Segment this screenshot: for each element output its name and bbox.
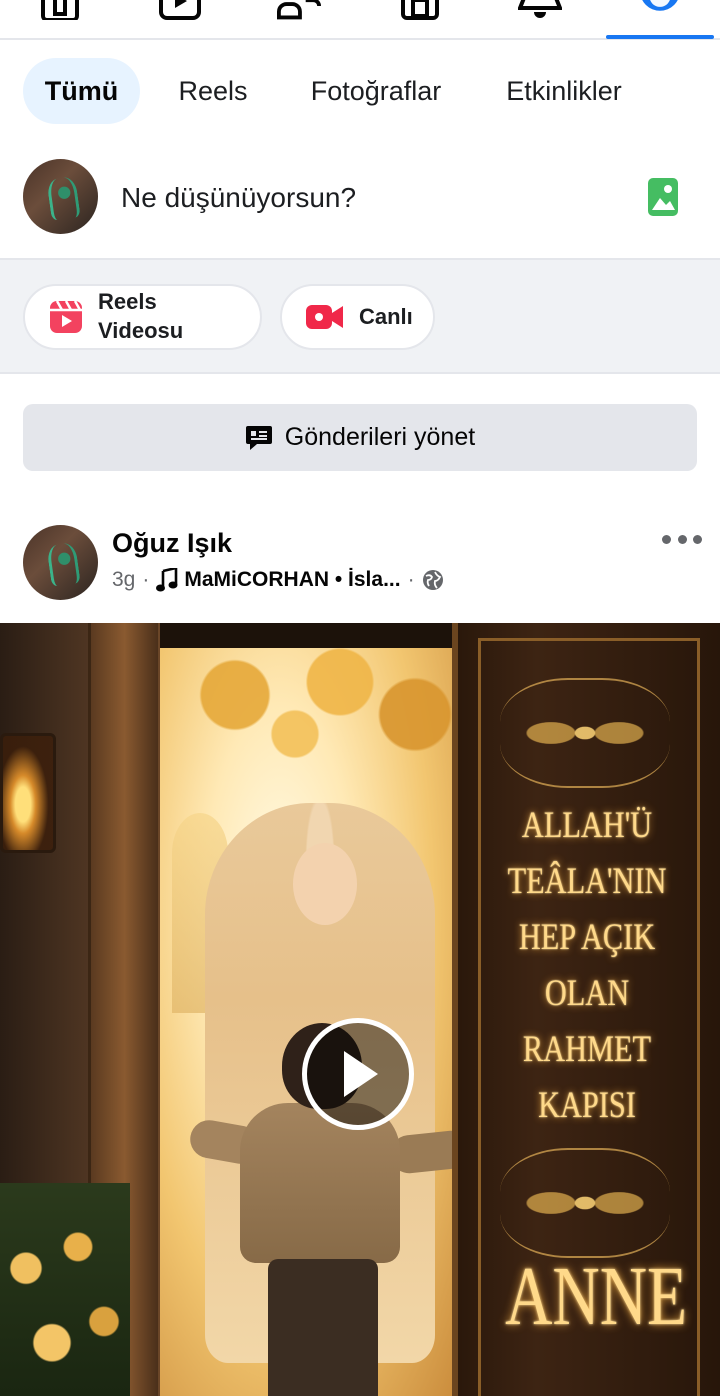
composer-input[interactable]: Ne düşünüyorsun?: [121, 182, 356, 214]
profile-icon[interactable]: [638, 0, 682, 20]
live-button[interactable]: Canlı: [280, 284, 435, 350]
tab-events[interactable]: Etkinlikler: [486, 58, 642, 124]
post-video[interactable]: ALLAH'Ü TEÂLA'NIN HEP AÇIK OLAN RAHMET K…: [0, 623, 720, 1396]
media-lamp: [0, 733, 56, 853]
media-door-text: ALLAH'Ü TEÂLA'NIN HEP AÇIK OLAN RAHMET K…: [507, 805, 667, 1126]
media-mother-face: [293, 843, 357, 925]
reels-video-button[interactable]: Reels Videosu: [23, 284, 262, 350]
post-time[interactable]: 3g: [112, 568, 135, 592]
create-actions-strip: Reels Videosu Canlı: [0, 258, 720, 374]
meta-separator: ·: [142, 568, 150, 591]
filter-tabs: Tümü Reels Fotoğraflar Etkinlikler: [0, 56, 720, 126]
avatar[interactable]: [23, 159, 98, 234]
friends-icon[interactable]: [277, 0, 321, 20]
live-label: Canlı: [359, 303, 413, 329]
reels-video-label: Reels Videosu: [98, 289, 184, 343]
meta-separator-2: ·: [407, 568, 415, 591]
post-author-name[interactable]: Oğuz Işık: [112, 528, 232, 559]
play-button[interactable]: [302, 1018, 414, 1130]
post-audio[interactable]: MaMiCORHAN • İsla...: [184, 568, 400, 592]
media-leaves: [160, 643, 460, 773]
reels-icon: [50, 301, 82, 333]
notifications-icon[interactable]: [518, 0, 562, 20]
play-icon: [344, 1051, 378, 1097]
media-ornament-bottom: [500, 1148, 670, 1258]
tab-all[interactable]: Tümü: [23, 58, 140, 124]
media-flowers: [0, 1183, 130, 1396]
manage-posts-icon: [245, 424, 273, 452]
manage-posts-button[interactable]: Gönderileri yönet: [23, 404, 697, 471]
top-navigation-bar: [0, 0, 720, 40]
tab-reels[interactable]: Reels: [160, 58, 266, 124]
media-door-title: ANNE: [505, 1250, 688, 1343]
post-header: Oğuz Işık 3g · MaMiCORHAN • İsla... ·: [0, 522, 720, 604]
post-author-avatar[interactable]: [23, 525, 98, 600]
marketplace-icon[interactable]: [398, 0, 442, 20]
home-icon[interactable]: [38, 0, 82, 20]
manage-posts-label: Gönderileri yönet: [284, 423, 476, 451]
live-camera-icon: [306, 303, 344, 331]
media-ornament-top: [500, 678, 670, 788]
video-icon[interactable]: [158, 0, 202, 20]
post-composer: Ne düşünüyorsun?: [0, 140, 720, 258]
active-tab-indicator: [606, 35, 714, 39]
tab-photos[interactable]: Fotoğraflar: [290, 58, 462, 124]
post-more-options-button[interactable]: [662, 532, 702, 546]
globe-icon: [422, 569, 444, 591]
post-meta: 3g · MaMiCORHAN • İsla... ·: [112, 568, 444, 592]
music-note-icon: [156, 568, 178, 592]
photo-icon[interactable]: [648, 178, 678, 216]
